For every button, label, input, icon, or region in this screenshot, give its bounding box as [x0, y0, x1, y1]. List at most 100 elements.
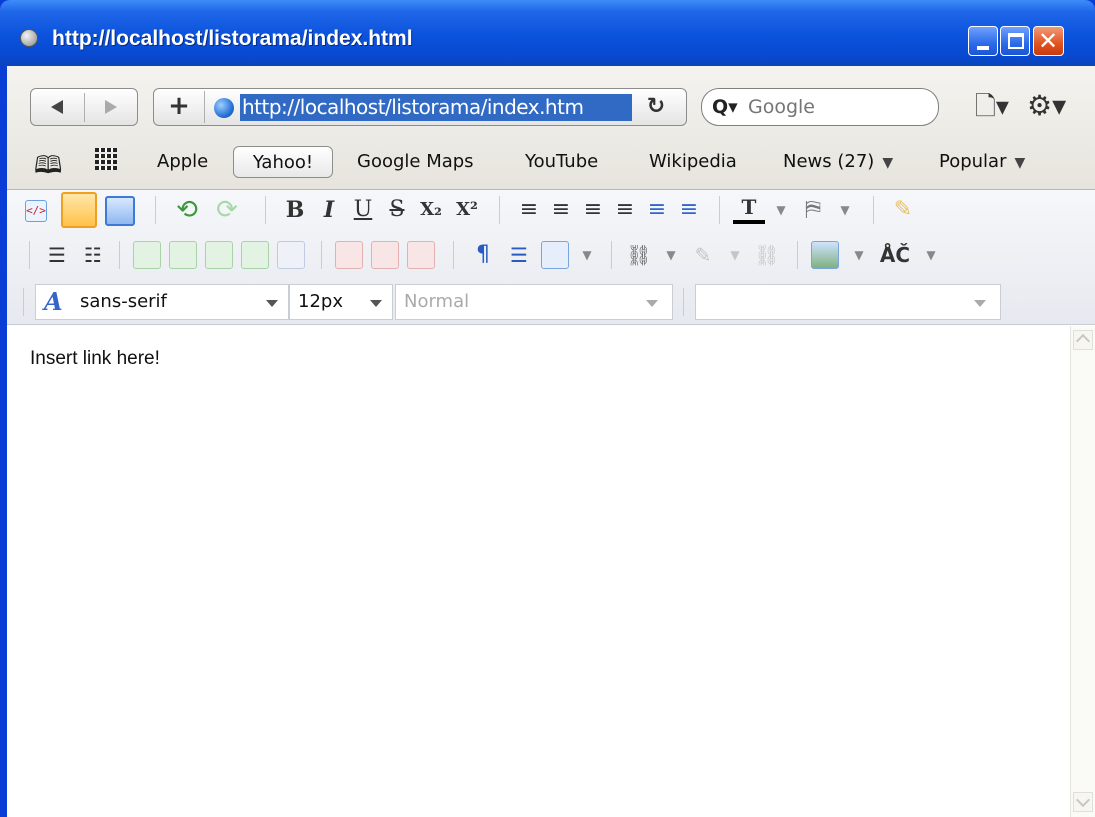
font-size-select[interactable]: 12px	[289, 284, 393, 320]
unlink-icon[interactable]: ⛓	[751, 239, 783, 271]
separator	[265, 196, 266, 224]
paragraph-button[interactable]: ¶	[467, 239, 499, 271]
table-props-icon[interactable]	[277, 241, 305, 269]
chevron-down-icon[interactable]: ▼	[571, 239, 603, 271]
maximize-button[interactable]	[1000, 26, 1030, 56]
bookmarks-bar: 🕮 Apple Yahoo! Google Maps YouTube Wikip…	[7, 140, 1095, 182]
reload-icon[interactable]: ↻	[644, 92, 668, 122]
chevron-down-icon[interactable]: ▼	[829, 194, 861, 226]
italic-button[interactable]: I	[313, 194, 345, 226]
search-box: Q▾	[701, 88, 939, 126]
align-right-icon[interactable]: ≡	[577, 194, 609, 226]
browser-client: + http://localhost/listorama/index.htm ↻…	[7, 66, 1095, 817]
bullet-list-icon[interactable]: ☰	[41, 239, 73, 271]
numbered-list-icon[interactable]: ☷	[77, 239, 109, 271]
chevron-down-icon	[646, 300, 658, 307]
editor-toolbar: </> ⟲ ⟳ B I U S X₂ X² ≡ ≡ ≡ ≡ ≡ ≡ T ▼ ⛿ …	[7, 190, 1095, 325]
insert-row-below-icon[interactable]	[169, 241, 197, 269]
insert-table-icon[interactable]	[541, 241, 569, 269]
save-icon[interactable]	[105, 196, 135, 226]
gear-menu-icon[interactable]: ⚙▾	[1027, 90, 1077, 124]
toolbar-row-2: ☰ ☷ ¶ ☰ ▼ ⛓ ▼ ✎ ▼ ⛓ ▼ ÅČ ▼	[7, 235, 1095, 275]
search-input[interactable]	[748, 93, 928, 121]
source-code-icon[interactable]: </>	[25, 200, 47, 222]
insert-link-icon[interactable]: ⛓	[623, 239, 655, 271]
bookmark-google-maps[interactable]: Google Maps	[357, 146, 474, 178]
separator	[611, 241, 612, 269]
bold-button[interactable]: B	[279, 194, 311, 226]
font-size-value: 12px	[298, 291, 343, 312]
delete-row-icon[interactable]	[335, 241, 363, 269]
special-characters-button[interactable]: ÅČ	[875, 239, 915, 271]
chevron-down-icon	[974, 300, 986, 307]
separator	[119, 241, 120, 269]
title-bar[interactable]: http://localhost/listorama/index.html ✕	[0, 0, 1095, 66]
underline-button[interactable]: U	[347, 194, 379, 226]
book-icon[interactable]: 🕮	[34, 148, 62, 189]
minimize-button[interactable]	[968, 26, 998, 56]
grid-icon[interactable]	[95, 148, 117, 170]
align-center-icon[interactable]: ≡	[545, 194, 577, 226]
vertical-scrollbar[interactable]	[1070, 326, 1095, 817]
separator	[155, 196, 156, 224]
bookmark-news[interactable]: News (27) ▼	[783, 146, 893, 178]
indent-icon[interactable]: ≡	[641, 194, 673, 226]
horizontal-rule-icon[interactable]: ☰	[503, 239, 535, 271]
chevron-down-icon[interactable]: ▼	[765, 194, 797, 226]
chevron-down-icon	[370, 300, 382, 307]
chevron-down-icon[interactable]: ▼	[655, 239, 687, 271]
separator	[797, 241, 798, 269]
clear-formatting-icon[interactable]: ✎	[887, 194, 919, 226]
align-left-icon[interactable]: ≡	[513, 194, 545, 226]
chevron-down-icon: ▼	[882, 155, 894, 171]
outdent-icon[interactable]: ≡	[673, 194, 705, 226]
scroll-down-button[interactable]	[1073, 792, 1093, 812]
edit-link-icon[interactable]: ✎	[687, 239, 719, 271]
format-select[interactable]: Normal	[395, 284, 673, 320]
chevron-down-icon[interactable]: ▼	[719, 239, 751, 271]
search-icon[interactable]: Q▾	[712, 93, 742, 121]
insert-row-above-icon[interactable]	[133, 241, 161, 269]
redo-icon[interactable]: ⟳	[211, 194, 243, 226]
chevron-down-icon[interactable]: ▼	[915, 239, 947, 271]
insert-col-after-icon[interactable]	[241, 241, 269, 269]
content-text[interactable]: Insert link here!	[30, 348, 160, 370]
bookmark-wikipedia[interactable]: Wikipedia	[649, 146, 737, 178]
strikethrough-button[interactable]: S	[381, 194, 413, 226]
insert-col-before-icon[interactable]	[205, 241, 233, 269]
window-title: http://localhost/listorama/index.html	[52, 27, 413, 50]
subscript-button[interactable]: X₂	[415, 194, 447, 226]
bookmark-yahoo[interactable]: Yahoo!	[233, 146, 333, 178]
separator	[453, 241, 454, 269]
page-menu-icon[interactable]: 🗋▾	[975, 92, 1013, 124]
text-color-icon[interactable]: T	[733, 194, 765, 224]
close-button[interactable]: ✕	[1033, 26, 1064, 56]
superscript-button[interactable]: X²	[451, 194, 483, 226]
maximize-icon	[1008, 33, 1024, 49]
scroll-up-button[interactable]	[1073, 330, 1093, 350]
delete-table-icon[interactable]	[407, 241, 435, 269]
format-value: Normal	[404, 291, 470, 312]
navigation-toolbar: + http://localhost/listorama/index.htm ↻…	[7, 66, 1095, 190]
chevron-down-icon[interactable]: ▼	[843, 239, 875, 271]
add-bookmark-button[interactable]: +	[154, 89, 204, 125]
style-select[interactable]	[695, 284, 1001, 320]
insert-image-icon[interactable]	[811, 241, 839, 269]
forward-button[interactable]	[85, 89, 137, 125]
delete-column-icon[interactable]	[371, 241, 399, 269]
url-input[interactable]: http://localhost/listorama/index.htm	[240, 94, 632, 121]
bookmark-apple[interactable]: Apple	[157, 146, 208, 178]
bookmark-youtube[interactable]: YouTube	[525, 146, 598, 178]
background-color-icon[interactable]: ⛿	[797, 194, 829, 226]
bookmark-news-label: News (27)	[783, 151, 875, 172]
separator	[321, 241, 322, 269]
align-justify-icon[interactable]: ≡	[609, 194, 641, 226]
undo-icon[interactable]: ⟲	[171, 194, 203, 226]
back-button[interactable]	[31, 89, 84, 125]
fullscreen-icon[interactable]	[61, 192, 97, 228]
editor-content[interactable]: Insert link here!	[7, 326, 1070, 817]
browser-window: http://localhost/listorama/index.html ✕ …	[0, 0, 1095, 817]
bookmark-popular[interactable]: Popular ▼	[939, 146, 1025, 178]
safari-icon	[20, 29, 38, 47]
font-family-select[interactable]: A sans-serif	[35, 284, 289, 320]
